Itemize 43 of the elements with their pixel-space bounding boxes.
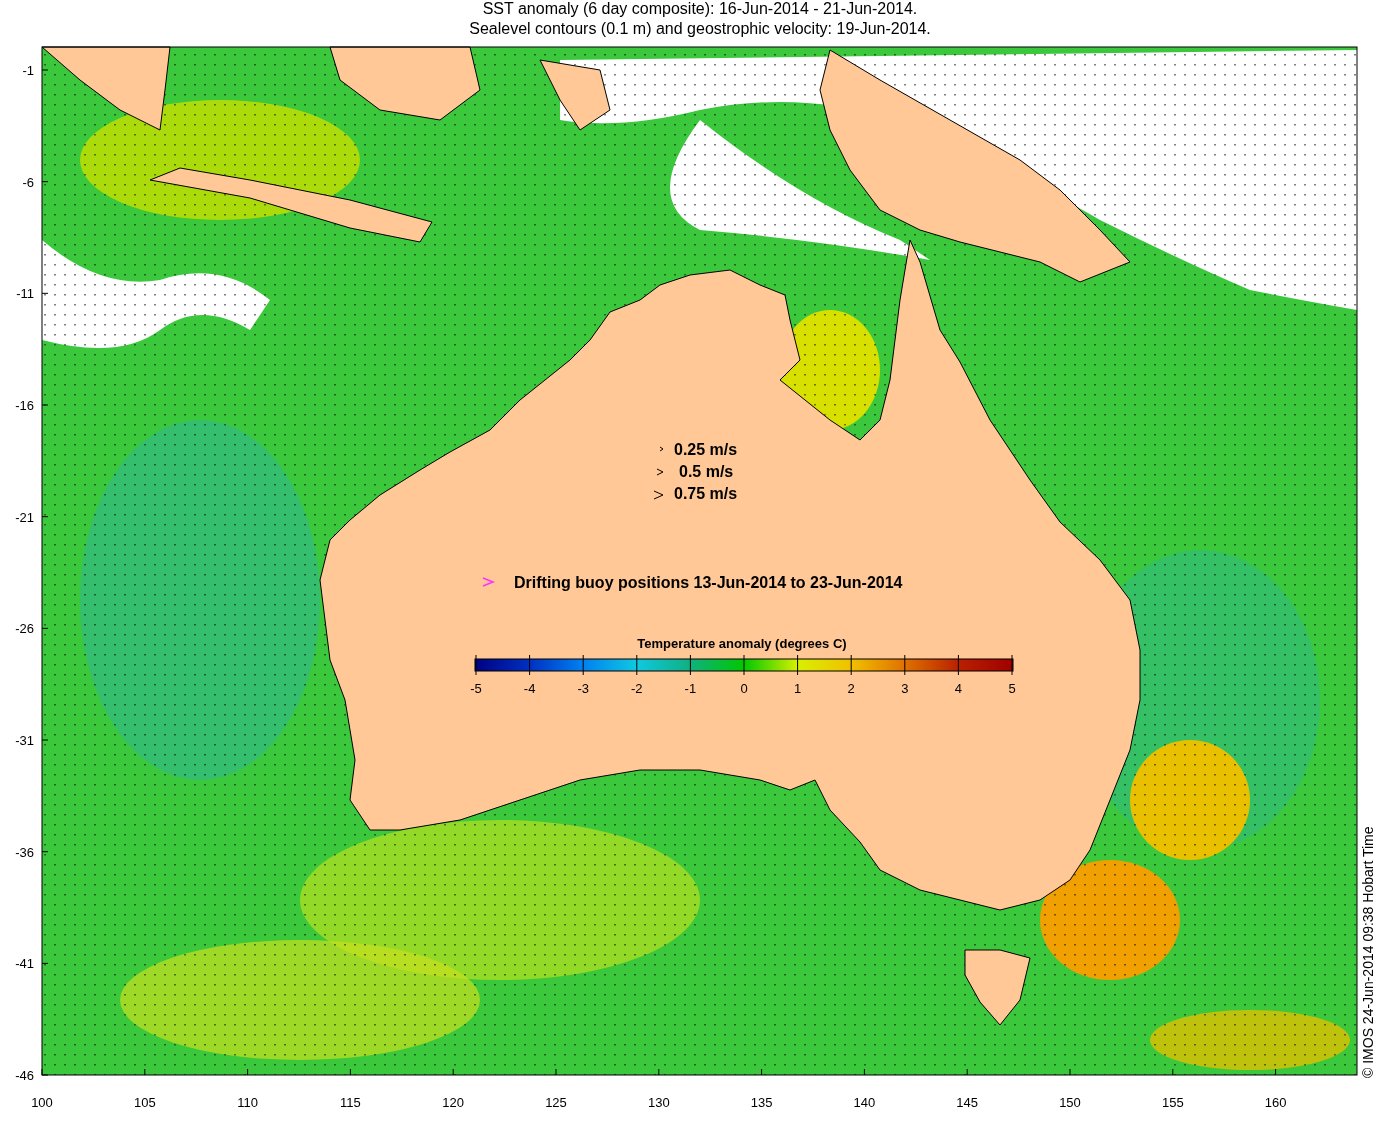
latitude-tick-label: -36 (15, 844, 34, 860)
colorbar-tick-label: -2 (631, 681, 643, 696)
velocity-scale-label: 0.5 m/s (679, 463, 734, 480)
latitude-tick-label: -16 (15, 398, 34, 413)
latitude-tick-label: -41 (15, 956, 34, 972)
longitude-tick-label: 125 (545, 1095, 567, 1110)
longitude-tick-label: 160 (1264, 1095, 1287, 1110)
latitude-tick-label: -21 (15, 509, 34, 525)
colorbar-tick-label: -1 (684, 681, 697, 696)
colorbar-tick-label: -5 (470, 681, 482, 696)
colorbar-tick-label: 5 (1008, 681, 1016, 696)
latitude-tick-label: -46 (15, 1068, 34, 1084)
latitude-tick-label: -11 (16, 286, 34, 302)
buoy-legend-label: Drifting buoy positions 13-Jun-2014 to 23-Jun-2014 (514, 574, 903, 591)
plot-title: Sealevel contours (0.1 m) and geostrophic velocity: 19-Jun-2014. (469, 20, 931, 37)
velocity-scale-label: 0.75 m/s (674, 485, 738, 502)
colorbar-title: Temperature anomaly (degrees C) (637, 636, 847, 651)
plot-title: SST anomaly (6 day composite): 16-Jun-2014 - 21-Jun-2014. (482, 0, 918, 17)
colorbar-tick-label: -3 (577, 681, 589, 696)
longitude-tick-label: 110 (237, 1095, 258, 1110)
colorbar-tick-label: -4 (523, 681, 536, 696)
velocity-scale-label: 0.25 m/s (674, 441, 738, 458)
buoy-marker-icon (482, 577, 495, 587)
longitude-tick-label: 135 (750, 1095, 773, 1110)
latitude-tick-label: -6 (22, 174, 34, 190)
longitude-tick-label: 105 (133, 1095, 156, 1110)
colorbar-tick-label: 1 (794, 681, 802, 696)
credit-text: © IMOS 24-Jun-2014 09:38 Hobart Time (1360, 826, 1376, 1078)
colorbar-tick-label: 3 (901, 681, 909, 696)
latitude-tick-label: -1 (22, 63, 34, 78)
longitude-tick-label: 130 (647, 1095, 670, 1110)
colorbar-tick-label: 4 (954, 681, 962, 696)
longitude-tick-label: 115 (340, 1095, 361, 1110)
colorbar-tick-label: 0 (740, 681, 748, 696)
latitude-tick-label: -31 (15, 733, 34, 748)
longitude-tick-label: 140 (853, 1095, 876, 1110)
longitude-tick-label: 155 (1161, 1095, 1184, 1110)
longitude-tick-label: 145 (956, 1095, 979, 1110)
longitude-tick-label: 120 (442, 1095, 465, 1110)
latitude-tick-label: -26 (15, 621, 34, 637)
longitude-tick-label: 150 (1059, 1095, 1081, 1110)
colorbar-tick-label: 2 (847, 681, 855, 696)
longitude-tick-label: 100 (31, 1095, 53, 1110)
